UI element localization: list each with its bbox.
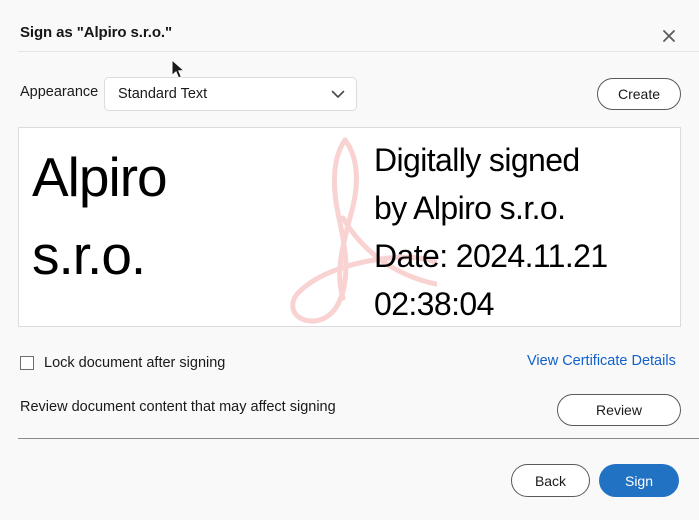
appearance-select[interactable]: Standard Text xyxy=(104,77,357,111)
dialog-titlebar: Sign as "Alpiro s.r.o." xyxy=(0,0,699,52)
appearance-select-value: Standard Text xyxy=(118,86,208,102)
dialog-title: Sign as "Alpiro s.r.o." xyxy=(20,24,172,41)
review-button[interactable]: Review xyxy=(557,394,681,426)
back-button[interactable]: Back xyxy=(511,464,590,497)
sign-button[interactable]: Sign xyxy=(599,464,679,497)
signature-detail-line: Date: 2024.11.21 xyxy=(374,238,608,274)
signature-detail-line: 02:38:04 xyxy=(374,286,494,322)
review-document-text: Review document content that may affect … xyxy=(20,399,336,415)
footer-divider xyxy=(18,438,699,439)
create-appearance-button[interactable]: Create xyxy=(597,78,681,110)
signature-name-line-1: Alpiro xyxy=(32,146,168,208)
lock-document-checkbox[interactable] xyxy=(20,356,34,370)
close-icon[interactable] xyxy=(655,22,683,50)
appearance-label: Appearance xyxy=(20,84,99,100)
chevron-down-icon xyxy=(331,90,345,99)
signature-details: Digitally signed by Alpiro s.r.o. Date: … xyxy=(374,136,680,326)
header-divider xyxy=(18,51,699,52)
view-certificate-details-link[interactable]: View Certificate Details xyxy=(527,353,676,369)
signature-name-line-2: s.r.o. xyxy=(32,224,146,286)
lock-document-label: Lock document after signing xyxy=(44,355,226,371)
lock-document-checkbox-row[interactable]: Lock document after signing xyxy=(20,352,225,374)
signature-preview-panel[interactable]: Alpiro s.r.o. Digitally signed by Alpiro… xyxy=(18,127,681,327)
signature-detail-line: Digitally signed xyxy=(374,142,580,178)
signature-name: Alpiro s.r.o. xyxy=(32,138,352,294)
signature-detail-line: by Alpiro s.r.o. xyxy=(374,190,566,226)
